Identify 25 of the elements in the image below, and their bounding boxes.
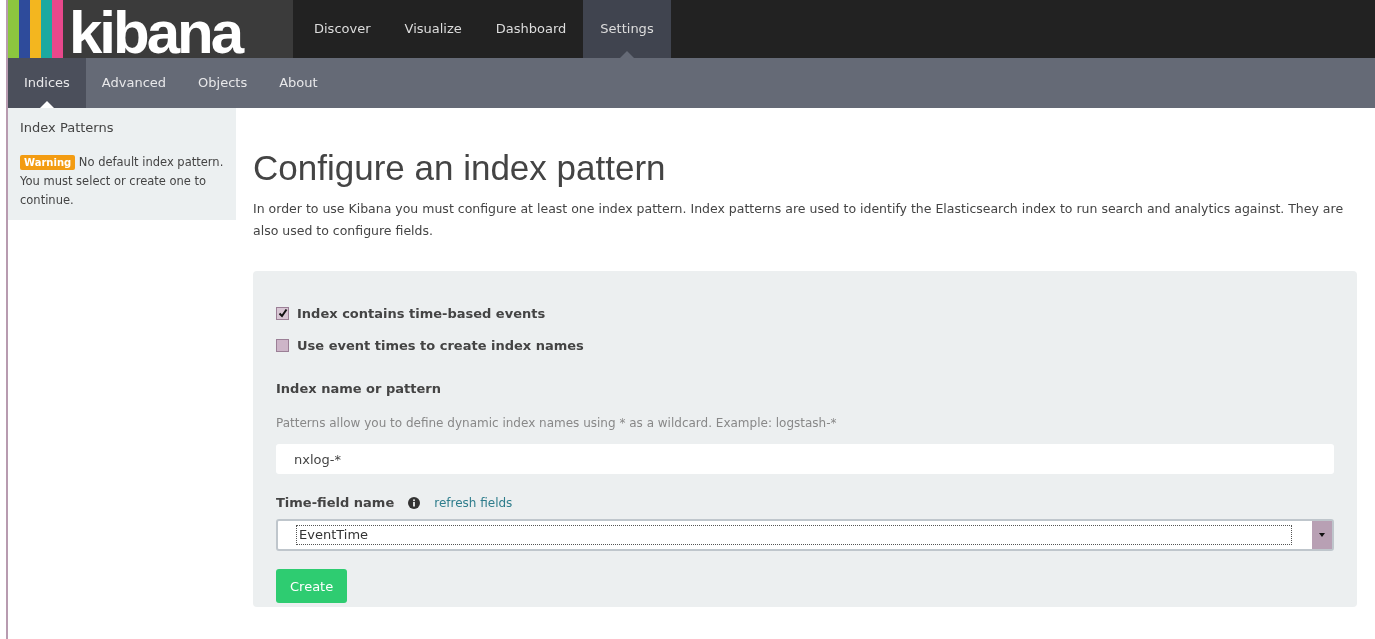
nav-tab[interactable]: Settings xyxy=(583,0,671,58)
field-label: Index name or pattern xyxy=(276,381,442,396)
checkbox[interactable] xyxy=(276,338,289,352)
time-field-select[interactable]: EventTime xyxy=(276,519,1334,551)
intro-text: In order to use Kibana you must configure at least one index pattern. Index patterns are used to identify the Elasticsearch index to run search and analytics against. They are also used to configure fields. xyxy=(253,200,1345,240)
help-text: Patterns allow you to define dynamic index names using * as a wildcard. Example: logstash-* xyxy=(276,416,838,430)
subnav-tab[interactable]: Objects xyxy=(182,58,264,108)
checkbox[interactable] xyxy=(276,306,289,320)
info-icon xyxy=(408,496,421,509)
field-label: Time-field name xyxy=(276,495,395,510)
checkbox-label: Index contains time-based events xyxy=(297,305,546,321)
index-pattern-input[interactable]: nxlog-* xyxy=(276,444,1334,474)
warning-message: Warning No default index pattern. You must select or create one to continue. xyxy=(20,154,224,209)
nav-tab[interactable]: Discover xyxy=(297,0,388,58)
dropdown-caret-icon xyxy=(1319,533,1325,537)
page-heading: Configure an index pattern xyxy=(253,148,667,188)
refresh-fields-link[interactable]: refresh fields xyxy=(434,495,513,510)
sidebar-title: Index Patterns xyxy=(20,120,115,135)
nav-tab[interactable]: Dashboard xyxy=(478,0,584,58)
subnav-tab[interactable]: Advanced xyxy=(85,58,183,108)
subnav-tab[interactable]: Indices xyxy=(8,58,86,108)
subnav-tab[interactable]: About xyxy=(263,58,334,108)
kibana-logo: kibana xyxy=(8,0,293,58)
nav-tab[interactable]: Visualize xyxy=(387,0,479,58)
checkbox-label: Use event times to create index names xyxy=(297,337,584,353)
